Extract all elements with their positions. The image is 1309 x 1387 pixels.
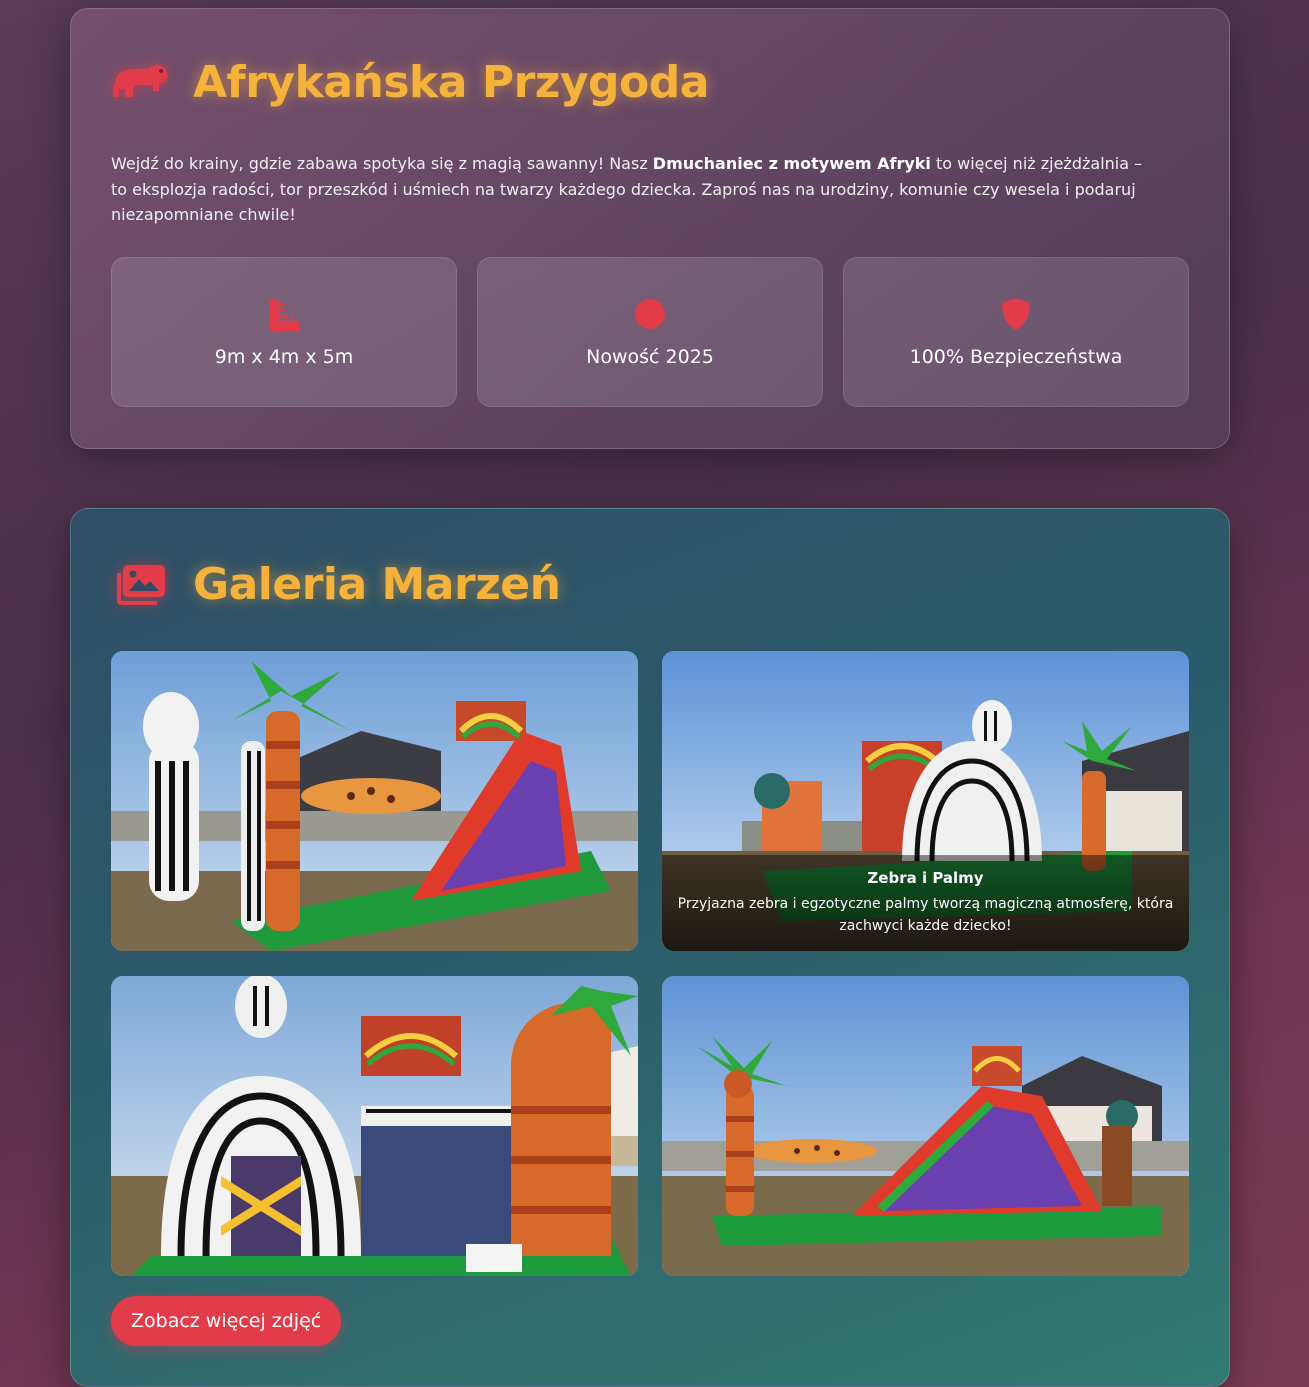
- intro-heading: Afrykańska Przygoda: [111, 57, 709, 108]
- feature-new: Nowość 2025: [477, 257, 823, 407]
- feature-safety: 100% Bezpieczeństwa: [843, 257, 1189, 407]
- intro-description-bold: Dmuchaniec z motywem Afryki: [652, 154, 931, 173]
- gallery-photo[interactable]: Zebra i Palmy Przyjazna zebra i egzotycz…: [662, 651, 1189, 951]
- feature-dimensions: 9m x 4m x 5m: [111, 257, 457, 407]
- intro-description-part1: Wejdź do krainy, gdzie zabawa spotyka si…: [111, 154, 653, 173]
- star-icon: [632, 296, 668, 332]
- photo-caption: Zebra i Palmy Przyjazna zebra i egzotycz…: [662, 855, 1189, 951]
- gallery-heading: Galeria Marzeń: [111, 559, 561, 610]
- ruler-combined-icon: [266, 296, 302, 332]
- hippo-icon: [111, 59, 169, 107]
- shield-icon: [998, 296, 1034, 332]
- feature-label: 100% Bezpieczeństwa: [909, 346, 1123, 368]
- gallery-grid: Zebra i Palmy Przyjazna zebra i egzotycz…: [111, 651, 1189, 1276]
- gallery-photo[interactable]: [111, 976, 638, 1276]
- gallery-photo[interactable]: [111, 651, 638, 951]
- caption-title: Zebra i Palmy: [867, 869, 984, 887]
- gallery-title: Galeria Marzeń: [193, 559, 561, 610]
- feature-list: 9m x 4m x 5m Nowość 2025 100% Bezpieczeń…: [111, 257, 1189, 407]
- caption-description: Przyjazna zebra i egzotyczne palmy tworz…: [677, 896, 1174, 934]
- images-icon: [111, 561, 169, 609]
- feature-label: Nowość 2025: [586, 346, 714, 368]
- gallery-photo[interactable]: [662, 976, 1189, 1276]
- gallery-card: Galeria Marzeń Zebra i Palmy Przyjazna z…: [70, 508, 1230, 1387]
- intro-card: Afrykańska Przygoda Wejdź do krainy, gdz…: [70, 8, 1230, 449]
- photo-zebra-entrance: [111, 976, 638, 1276]
- intro-title: Afrykańska Przygoda: [193, 57, 709, 108]
- photo-zebra-palm-slide: [111, 651, 638, 951]
- see-more-photos-button[interactable]: Zobacz więcej zdjęć: [111, 1296, 342, 1346]
- photo-slide-with-palm: [662, 976, 1189, 1276]
- feature-label: 9m x 4m x 5m: [214, 346, 354, 368]
- intro-description: Wejdź do krainy, gdzie zabawa spotyka si…: [111, 151, 1151, 228]
